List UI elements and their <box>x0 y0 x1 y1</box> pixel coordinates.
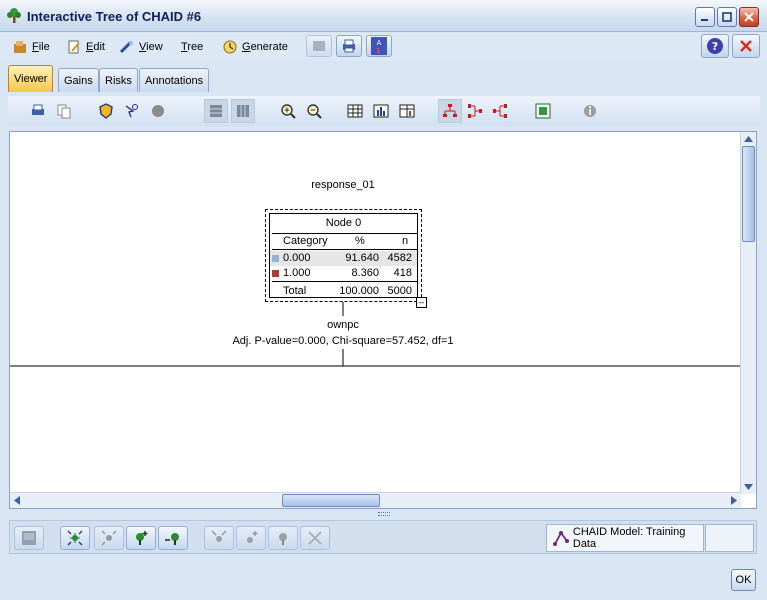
prune-node-button[interactable] <box>300 526 330 550</box>
maximize-icon <box>722 12 732 22</box>
add-level-icon <box>136 531 148 545</box>
stop-icon[interactable] <box>150 103 166 119</box>
split-statistics-label: Adj. P-value=0.000, Chi-square=57.452, d… <box>232 335 454 347</box>
pane-splitter[interactable] <box>378 512 390 516</box>
title-bar: Interactive Tree of CHAID #6 <box>0 0 767 32</box>
select-icon[interactable] <box>123 103 139 119</box>
minimize-icon <box>701 19 708 21</box>
tab-annotations[interactable]: Annotations <box>139 68 210 92</box>
grow-branch-icon <box>101 530 117 546</box>
vertical-scroll-thumb[interactable] <box>742 146 755 242</box>
menu-bar: File Edit View Tree Generate A1 ? <box>0 33 767 61</box>
svg-text:A: A <box>377 39 382 47</box>
tab-gains[interactable]: Gains <box>58 68 99 92</box>
grow-node-button[interactable] <box>268 526 298 550</box>
model-status: CHAID Model: Training Data <box>546 524 704 552</box>
tab-risks[interactable]: Risks <box>99 68 138 92</box>
scroll-down-icon[interactable] <box>744 484 753 490</box>
menu-view[interactable]: View <box>119 39 163 55</box>
zoom-in-icon[interactable] <box>280 103 296 119</box>
svg-text:?: ? <box>712 40 718 53</box>
file-icon <box>14 41 26 53</box>
print-tree-icon[interactable] <box>30 103 46 119</box>
combined-view-icon[interactable] <box>399 103 415 119</box>
sort-az-icon: A1 <box>371 37 387 55</box>
grid-toggle-icon[interactable] <box>204 99 228 123</box>
custom-split-button[interactable] <box>236 526 266 550</box>
prune-icon <box>308 531 322 545</box>
view-icon <box>119 40 133 54</box>
remove-branch-icon <box>211 530 227 542</box>
split-variable-label: ownpc <box>327 319 359 331</box>
tab-viewer[interactable]: Viewer <box>8 65 54 92</box>
table-toggle-icon[interactable] <box>231 99 255 123</box>
menu-tree[interactable]: Tree <box>181 39 203 55</box>
minimize-button[interactable] <box>695 7 715 27</box>
remove-branch-button[interactable] <box>204 526 234 550</box>
help-icon: ? <box>707 38 723 54</box>
grow-tree-icon <box>67 530 83 546</box>
generate-icon <box>223 40 237 54</box>
model-status-label: CHAID Model: Training Data <box>572 526 686 550</box>
menu-generate[interactable]: Generate <box>222 39 288 55</box>
chaid-model-icon <box>553 531 569 546</box>
close-window-button[interactable] <box>739 7 759 27</box>
ok-button[interactable]: OK <box>731 569 756 591</box>
bar-chart-view-icon[interactable] <box>373 103 389 119</box>
scroll-up-icon[interactable] <box>744 136 753 142</box>
remove-level-icon <box>165 533 179 545</box>
sort-button[interactable]: A1 <box>366 35 392 57</box>
shield-icon[interactable] <box>98 103 114 119</box>
tree-map-icon[interactable] <box>535 103 551 119</box>
printer-icon <box>343 39 355 53</box>
edit-icon <box>68 40 80 54</box>
top-down-layout-icon[interactable] <box>438 99 462 123</box>
menu-file[interactable]: File <box>12 39 50 55</box>
horizontal-scroll-thumb[interactable] <box>282 494 380 507</box>
scroll-right-icon[interactable] <box>731 496 737 505</box>
menu-edit[interactable]: Edit <box>66 39 105 55</box>
viewer-toolbar <box>8 96 760 126</box>
grow-tree-button[interactable] <box>60 526 90 550</box>
table-panel-button[interactable] <box>14 526 44 550</box>
tree-app-icon <box>7 8 21 23</box>
print-button[interactable] <box>336 35 362 57</box>
grow-node-icon <box>279 533 287 545</box>
help-button[interactable]: ? <box>701 34 729 58</box>
panel-icon <box>22 531 36 545</box>
window-title: Interactive Tree of CHAID #6 <box>27 9 202 24</box>
svg-text:1: 1 <box>376 47 380 55</box>
grow-tree-one-level-button[interactable] <box>126 526 156 550</box>
tree-connectors <box>10 302 741 367</box>
left-right-layout-icon[interactable] <box>492 103 508 119</box>
vertical-scrollbar[interactable] <box>740 132 756 494</box>
grow-branch-button[interactable] <box>94 526 124 550</box>
preview-icon <box>313 41 325 51</box>
tree-edit-toolbar: CHAID Model: Training Data <box>9 520 757 554</box>
tree-canvas[interactable]: response_01 Node 0 Category % n 0.000 91… <box>9 131 757 509</box>
close-icon <box>744 12 754 22</box>
remove-level-button[interactable] <box>158 526 188 550</box>
status-extra-panel <box>705 524 754 552</box>
close-button[interactable] <box>732 34 760 58</box>
scroll-left-icon[interactable] <box>14 496 20 505</box>
close-red-icon <box>740 40 752 52</box>
right-left-layout-icon[interactable] <box>467 103 483 119</box>
maximize-button[interactable] <box>717 7 737 27</box>
copy-icon[interactable] <box>56 103 72 119</box>
zoom-out-icon[interactable] <box>306 103 322 119</box>
info-icon[interactable] <box>582 103 598 119</box>
preview-button[interactable] <box>306 35 332 57</box>
custom-split-icon <box>247 531 258 543</box>
horizontal-scrollbar[interactable] <box>10 492 741 508</box>
table-view-icon[interactable] <box>347 103 363 119</box>
